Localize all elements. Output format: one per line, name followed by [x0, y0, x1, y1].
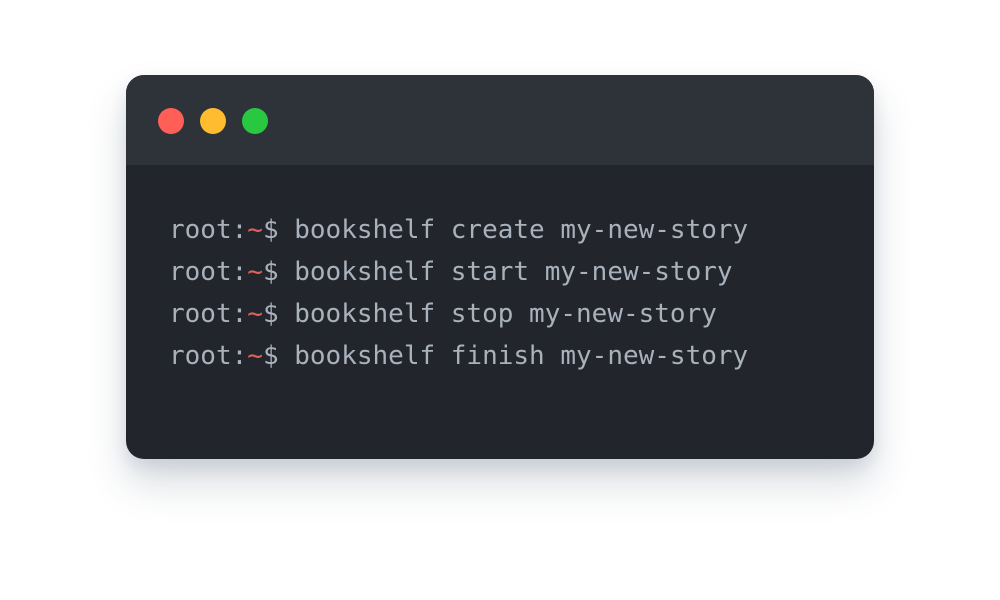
prompt-user: root: — [169, 257, 248, 287]
command-text: bookshelf start my-new-story — [278, 257, 733, 287]
terminal-window: root:~$ bookshelf create my-new-story ro… — [126, 75, 874, 459]
terminal-line: root:~$ bookshelf stop my-new-story — [169, 294, 717, 334]
prompt-user: root: — [169, 299, 248, 329]
prompt-user: root: — [169, 341, 248, 371]
prompt-path: ~ — [247, 257, 263, 287]
prompt-path: ~ — [247, 215, 263, 245]
prompt-symbol: $ — [262, 299, 279, 329]
prompt-path: ~ — [247, 341, 263, 371]
terminal-line: root:~$ bookshelf start my-new-story — [169, 252, 733, 292]
command-text: bookshelf create my-new-story — [278, 215, 749, 245]
maximize-window-button[interactable] — [242, 108, 268, 134]
prompt-user: root: — [169, 215, 248, 245]
title-bar — [126, 75, 874, 165]
close-window-button[interactable] — [158, 108, 184, 134]
prompt-symbol: $ — [262, 341, 279, 371]
terminal-line: root:~$ bookshelf create my-new-story — [169, 210, 748, 250]
terminal-line: root:~$ bookshelf finish my-new-story — [169, 336, 748, 376]
minimize-window-button[interactable] — [200, 108, 226, 134]
prompt-path: ~ — [247, 299, 263, 329]
command-text: bookshelf stop my-new-story — [278, 299, 717, 329]
prompt-symbol: $ — [262, 257, 279, 287]
command-text: bookshelf finish my-new-story — [278, 341, 749, 371]
terminal-body[interactable]: root:~$ bookshelf create my-new-story ro… — [126, 165, 874, 459]
prompt-symbol: $ — [262, 215, 279, 245]
